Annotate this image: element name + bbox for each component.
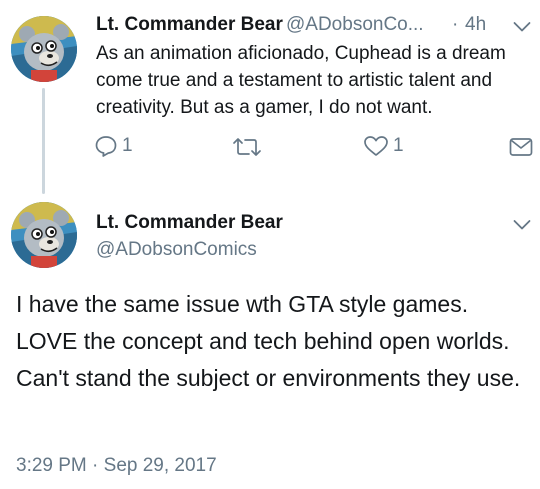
bear-avatar-icon <box>11 202 77 268</box>
author-handle[interactable]: @ADobsonCo... <box>286 14 424 36</box>
tweet-menu-button[interactable] <box>513 20 531 38</box>
reply-button[interactable]: 1 <box>94 135 133 157</box>
tweet-menu-button[interactable] <box>513 218 531 236</box>
retweet-button[interactable] <box>232 137 262 157</box>
like-icon <box>364 136 388 156</box>
direct-message-button[interactable] <box>509 137 533 157</box>
avatar[interactable] <box>11 16 77 82</box>
bear-avatar-icon <box>11 16 77 82</box>
author-name[interactable]: Lt. Commander Bear <box>96 212 283 234</box>
reply-icon <box>95 136 117 157</box>
like-button[interactable]: 1 <box>363 135 404 157</box>
tweet-text: I have the same issue wth GTA style game… <box>16 291 521 391</box>
retweet-icon <box>233 138 261 156</box>
chevron-down-icon <box>513 22 531 32</box>
tweet-timestamp[interactable]: 3:29 PM · Sep 29, 2017 <box>16 455 217 477</box>
avatar[interactable] <box>11 202 77 268</box>
direct-message-icon <box>509 138 533 156</box>
thread-line <box>42 88 45 194</box>
author-name[interactable]: Lt. Commander Bear <box>96 14 283 36</box>
like-count: 1 <box>393 135 404 156</box>
reply-count: 1 <box>122 135 133 156</box>
time-separator: · <box>452 14 459 35</box>
chevron-down-icon <box>513 220 531 230</box>
author-handle[interactable]: @ADobsonComics <box>96 239 257 261</box>
tweet-time[interactable]: 4h <box>465 14 486 36</box>
tweet-text: As an animation aficionado, Cuphead is a… <box>96 43 506 118</box>
